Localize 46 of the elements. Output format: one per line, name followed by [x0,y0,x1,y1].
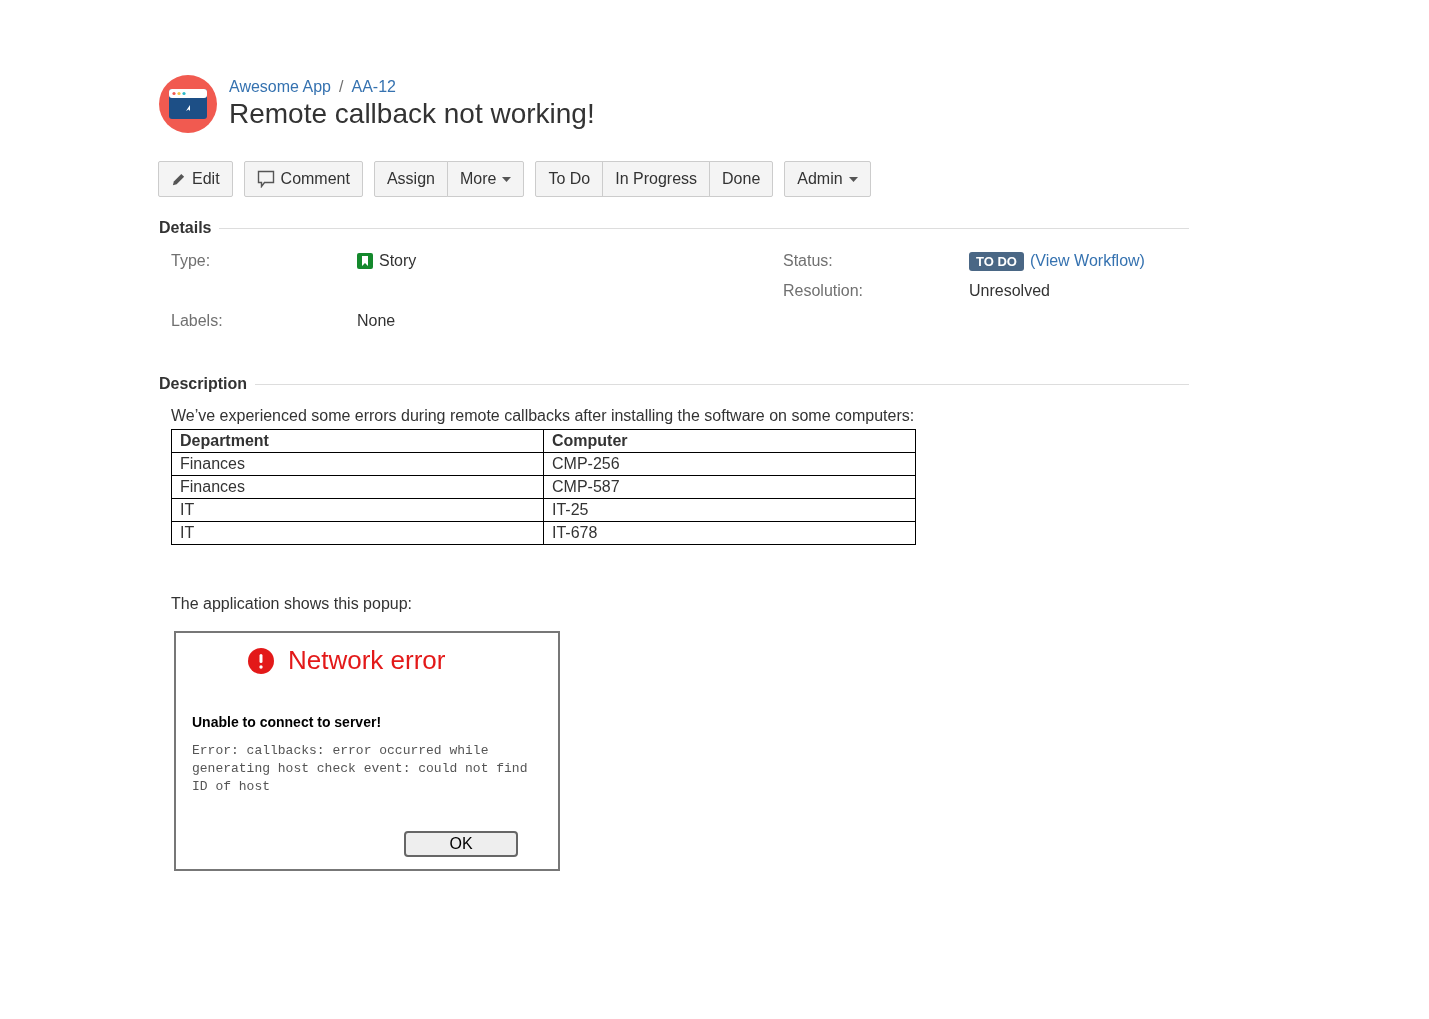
toolbar-button[interactable]: In Progress [602,161,711,197]
table-header: Department [171,429,544,453]
table-cell: IT [171,498,544,522]
breadcrumb-link[interactable]: AA-12 [351,78,396,96]
field-value: Unresolved [969,282,1051,300]
error-details: Error: callbacks: error occurred while generating host check event: could not find ID of host [192,742,529,796]
toolbar-button[interactable]: Edit [158,161,233,197]
table-cell: IT [171,521,544,545]
field-label: Labels: [171,312,224,330]
section-heading: Details [159,219,212,237]
section-heading: Description [159,375,247,393]
field-label: Type: [171,252,212,270]
toolbar-button[interactable]: Comment [243,161,363,197]
toolbar-button[interactable]: Done [709,161,774,197]
field-label: Status: [783,252,834,270]
dialog-title: Network error [288,645,446,676]
issue-title: Remote callback not working! [229,98,595,130]
error-icon [248,647,274,674]
view-workflow-link[interactable]: (View Workflow) [1029,252,1145,270]
table-header: Computer [543,429,916,453]
table-cell: CMP-256 [543,452,916,476]
field-label: Resolution: [783,282,865,300]
table-cell: Finances [171,452,544,476]
app-logo [159,75,217,133]
field-value: None [357,312,397,330]
breadcrumb-link[interactable]: Awesome App [229,78,331,96]
toolbar-button[interactable]: More [446,161,525,197]
status-lozenge: TO DO [969,251,1024,271]
table-cell: IT-25 [543,498,916,522]
caret-icon [848,176,858,182]
toolbar-button[interactable]: Assign [373,161,448,197]
story-icon [357,253,373,269]
description-text: The application shows this popup: [171,595,414,613]
field-value: Story [379,252,417,270]
table-cell: IT-678 [543,521,916,545]
table-cell: CMP-587 [543,475,916,499]
table-cell: Finances [171,475,544,499]
speech-bubble-icon [256,170,275,188]
description-text: We’ve experienced some errors during remote callbacks after installing the software on some computers: [171,407,916,425]
toolbar-button[interactable]: To Do [535,161,604,197]
caret-icon [502,176,512,182]
pencil-icon [171,171,186,187]
ok-button[interactable]: OK [404,831,518,857]
dialog-message: Unable to connect to server! [192,714,383,730]
breadcrumb-separator: / [339,78,344,96]
toolbar-button[interactable]: Admin [784,161,871,197]
